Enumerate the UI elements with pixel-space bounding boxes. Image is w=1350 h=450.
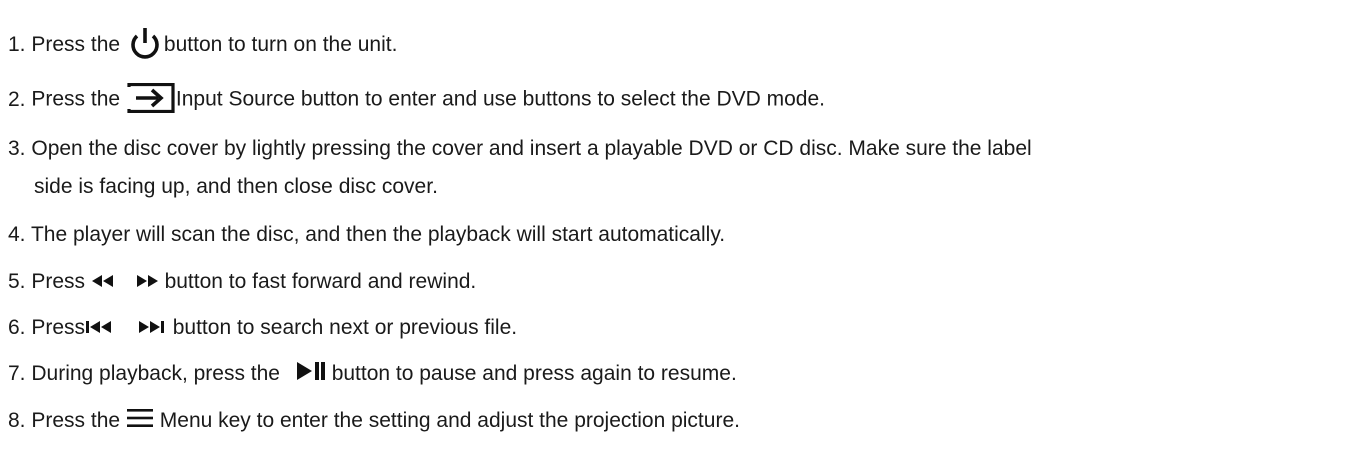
step-5: 5. Press button to fast forward and rewi…	[8, 269, 476, 295]
step-7: 7. During playback, press the button to …	[8, 361, 737, 387]
step-number: 7.	[8, 362, 26, 385]
step-text: button to turn on the unit.	[163, 33, 398, 57]
step-text: Input Source button to enter and use but…	[175, 87, 825, 111]
step-1: 1. Press the button to turn on the unit.	[8, 27, 397, 64]
step-number: 3.	[8, 137, 26, 160]
step-number: 6.	[8, 316, 26, 339]
step-text: Press the	[31, 87, 121, 111]
next-track-icon	[137, 315, 167, 341]
step-6: 6. Press button to search next or previo…	[8, 315, 517, 341]
step-number: 8.	[8, 409, 26, 432]
step-text: Open the disc cover by lightly pressing …	[31, 137, 1032, 160]
input-source-icon	[126, 82, 176, 117]
step-text: During playback, press the	[31, 362, 280, 385]
step-text: Press	[31, 316, 86, 339]
previous-track-icon	[85, 315, 115, 341]
step-number: 1.	[8, 33, 26, 57]
rewind-icon	[91, 269, 115, 295]
step-text: Menu key to enter the setting and adjust…	[159, 409, 740, 432]
step-text: Press	[31, 270, 86, 293]
step-text: The player will scan the disc, and then …	[30, 223, 726, 246]
step-4: 4. The player will scan the disc, and th…	[8, 222, 725, 248]
step-2: 2. Press the Input Source button to ente…	[8, 82, 825, 117]
power-icon	[126, 27, 164, 64]
instructions-list: 1. Press the button to turn on the unit.…	[0, 0, 1350, 450]
step-3: 3. Open the disc cover by lightly pressi…	[8, 136, 1032, 162]
menu-icon	[126, 408, 154, 434]
step-text: Press the	[31, 409, 121, 432]
step-text: button to fast forward and rewind.	[164, 270, 477, 293]
step-number: 2.	[8, 87, 26, 111]
step-text: button to pause and press again to resum…	[331, 362, 737, 385]
fast-forward-icon	[135, 269, 159, 295]
step-3-continued: side is facing up, and then close disc c…	[34, 174, 438, 200]
step-text: side is facing up, and then close disc c…	[34, 175, 438, 198]
step-number: 5.	[8, 270, 26, 293]
step-text: button to search next or previous file.	[172, 316, 518, 339]
step-text: Press the	[31, 33, 121, 57]
step-8: 8. Press the Menu key to enter the setti…	[8, 408, 740, 434]
play-pause-icon	[296, 361, 326, 387]
step-number: 4.	[8, 223, 26, 246]
